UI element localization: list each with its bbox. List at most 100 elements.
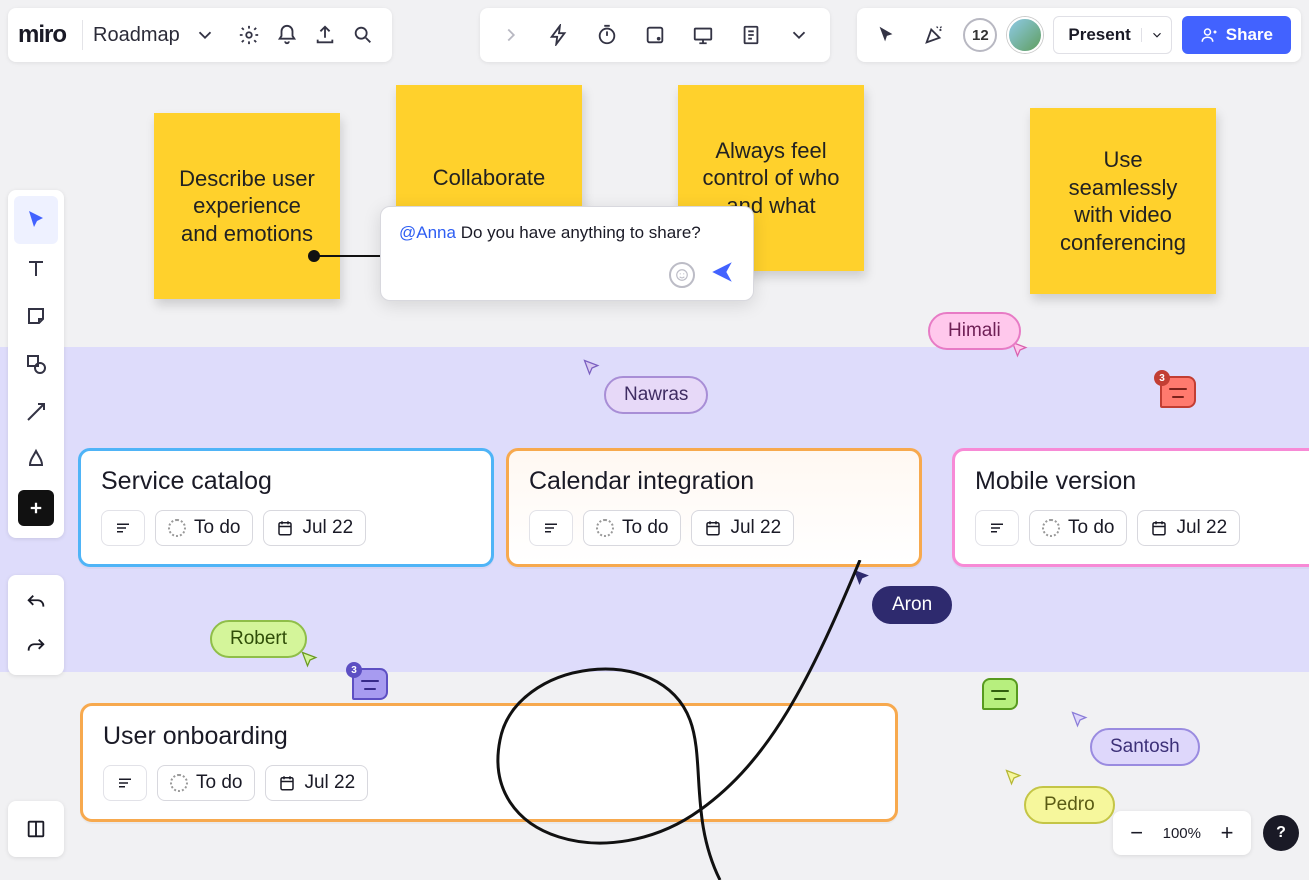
cursor-icon — [875, 24, 897, 46]
card-description-button[interactable] — [529, 510, 573, 546]
remote-cursor-nawras: Nawras — [582, 358, 602, 383]
card-status[interactable]: To do — [157, 765, 255, 801]
export-button[interactable] — [306, 16, 344, 54]
board-menu-chevron[interactable] — [186, 16, 224, 54]
undo-button[interactable] — [14, 581, 58, 625]
card-description-button[interactable] — [103, 765, 147, 801]
comment-popup[interactable]: @Anna Do you have anything to share? — [380, 206, 754, 301]
zoom-in-button[interactable]: + — [1211, 817, 1243, 849]
share-button[interactable]: Share — [1182, 16, 1291, 54]
card-title: Mobile version — [975, 467, 1309, 496]
calendar-icon — [704, 519, 722, 537]
lines-icon — [114, 519, 132, 537]
settings-button[interactable] — [230, 16, 268, 54]
chevron-down-icon — [194, 24, 216, 46]
cursor-mode-button[interactable] — [867, 16, 905, 54]
app-logo: miro — [18, 21, 66, 49]
arrow-icon — [24, 400, 48, 424]
lines-icon — [542, 519, 560, 537]
upload-icon — [314, 24, 336, 46]
notes-button[interactable] — [734, 16, 768, 54]
divider — [82, 20, 83, 50]
user-count[interactable]: 12 — [963, 18, 997, 52]
sticky-text: Describe user experience and emotions — [172, 165, 322, 248]
card-date[interactable]: Jul 22 — [691, 510, 794, 546]
status-circle-icon — [168, 519, 186, 537]
sticky-note[interactable]: Describe user experience and emotions — [154, 113, 340, 299]
card-description-button[interactable] — [975, 510, 1019, 546]
pen-icon — [24, 448, 48, 472]
chevron-down-icon — [1150, 28, 1164, 42]
task-card[interactable]: Service catalog To do Jul 22 — [78, 448, 494, 567]
present-button[interactable]: Present — [1053, 16, 1171, 54]
notifications-button[interactable] — [268, 16, 306, 54]
add-more-tool[interactable] — [18, 490, 54, 526]
cursor-name-tag: Nawras — [604, 376, 708, 414]
sticky-note[interactable]: Use seamlessly with video conferencing — [1030, 108, 1216, 294]
cursor-icon — [1004, 768, 1024, 788]
redo-button[interactable] — [14, 625, 58, 669]
card-date[interactable]: Jul 22 — [263, 510, 366, 546]
comment-thread-icon[interactable]: 3 — [352, 668, 388, 700]
notes-icon — [740, 24, 762, 46]
card-status[interactable]: To do — [155, 510, 253, 546]
presentation-button[interactable] — [686, 16, 720, 54]
card-status[interactable]: To do — [583, 510, 681, 546]
share-label: Share — [1226, 25, 1273, 45]
redo-icon — [25, 636, 47, 658]
undo-redo-panel — [8, 575, 64, 675]
calendar-icon — [278, 774, 296, 792]
cursor-icon — [852, 568, 872, 588]
card-status[interactable]: To do — [1029, 510, 1127, 546]
present-chevron[interactable] — [1141, 28, 1165, 42]
emoji-button[interactable] — [669, 262, 695, 288]
search-button[interactable] — [344, 16, 382, 54]
timer-button[interactable] — [590, 16, 624, 54]
left-toolbar — [8, 190, 64, 538]
send-button[interactable] — [709, 259, 735, 290]
undo-icon — [25, 592, 47, 614]
plus-icon — [27, 499, 45, 517]
presentation-icon — [692, 24, 714, 46]
cursor-name-tag: Aron — [872, 586, 952, 624]
help-button[interactable]: ? — [1263, 815, 1299, 851]
task-card[interactable]: Calendar integration To do Jul 22 — [506, 448, 922, 567]
avatar[interactable] — [1007, 17, 1043, 53]
pen-tool[interactable] — [14, 436, 58, 484]
more-apps-button[interactable] — [782, 16, 816, 54]
zoom-level[interactable]: 100% — [1157, 825, 1207, 842]
status-circle-icon — [596, 519, 614, 537]
cursor-name-tag: Himali — [928, 312, 1021, 350]
cursor-icon — [300, 650, 320, 670]
frames-panel-button[interactable] — [8, 801, 64, 857]
arrow-tool[interactable] — [14, 388, 58, 436]
reactions-button[interactable] — [915, 16, 953, 54]
cursor-name-tag: Santosh — [1090, 728, 1200, 766]
lightning-button[interactable] — [542, 16, 576, 54]
task-card[interactable]: User onboarding To do Jul 22 — [80, 703, 898, 822]
text-tool[interactable] — [14, 244, 58, 292]
search-icon — [352, 24, 374, 46]
card-date[interactable]: Jul 22 — [1137, 510, 1240, 546]
mention: @Anna — [399, 223, 456, 242]
comment-thread-icon[interactable] — [982, 678, 1018, 710]
card-title: Calendar integration — [529, 467, 899, 496]
top-left-bar: miro Roadmap — [8, 8, 392, 62]
remote-cursor-pedro: Pedro — [1004, 768, 1024, 793]
chevron-down-icon — [788, 24, 810, 46]
gear-icon — [238, 24, 260, 46]
comment-thread-icon[interactable]: 3 — [1160, 376, 1196, 408]
board-name[interactable]: Roadmap — [93, 24, 180, 47]
cursor-name-tag: Pedro — [1024, 786, 1115, 824]
sticky-tool[interactable] — [14, 292, 58, 340]
card-description-button[interactable] — [101, 510, 145, 546]
expand-button[interactable] — [494, 16, 528, 54]
remote-cursor-santosh: Santosh — [1070, 710, 1090, 735]
zoom-out-button[interactable]: − — [1121, 817, 1153, 849]
select-tool[interactable] — [14, 196, 58, 244]
task-card[interactable]: Mobile version To do Jul 22 — [952, 448, 1309, 567]
shape-tool[interactable] — [14, 340, 58, 388]
voting-button[interactable] — [638, 16, 672, 54]
card-date[interactable]: Jul 22 — [265, 765, 368, 801]
sticky-note-icon — [24, 304, 48, 328]
